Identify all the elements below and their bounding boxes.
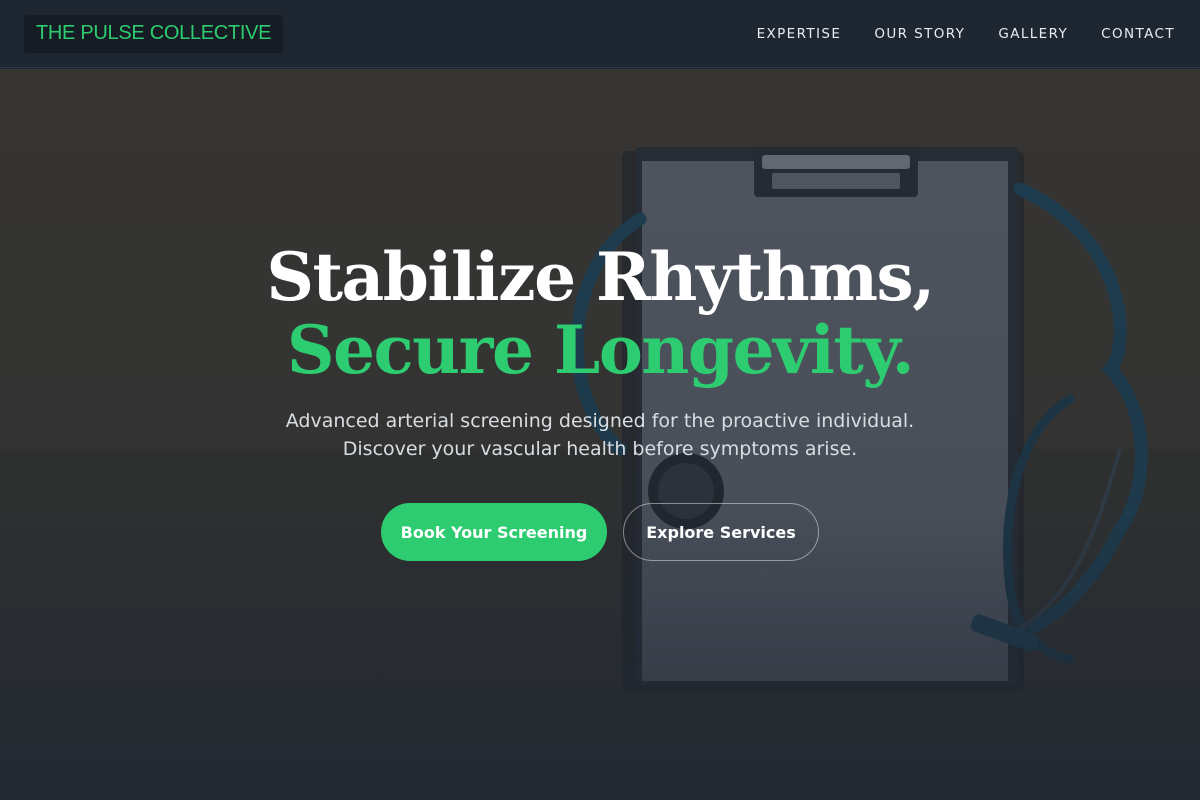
nav-link-contact[interactable]: CONTACT xyxy=(1101,26,1175,42)
nav-link-expertise[interactable]: EXPERTISE xyxy=(757,26,842,42)
brand-logo[interactable]: THE PULSE COLLECTIVE xyxy=(24,14,284,53)
top-navbar: THE PULSE COLLECTIVE EXPERTISE OUR STORY… xyxy=(0,0,1200,68)
hero-headline-line2: Secure Longevity. xyxy=(286,311,915,389)
book-screening-button[interactable]: Book Your Screening xyxy=(381,503,607,561)
hero-headline-line1: Stabilize Rhythms, xyxy=(266,238,935,316)
nav-links: EXPERTISE OUR STORY GALLERY CONTACT xyxy=(724,26,1175,42)
hero-section: Stabilize Rhythms, Secure Longevity. Adv… xyxy=(0,69,1200,800)
nav-link-gallery[interactable]: GALLERY xyxy=(998,26,1068,42)
nav-link-our-story[interactable]: OUR STORY xyxy=(874,26,965,42)
explore-services-button[interactable]: Explore Services xyxy=(623,503,819,561)
hero-subtext-line1: Advanced arterial screening designed for… xyxy=(285,410,915,432)
hero-content: Stabilize Rhythms, Secure Longevity. Adv… xyxy=(0,69,1200,800)
hero-subtext-line2: Discover your vascular health before sym… xyxy=(342,438,858,460)
